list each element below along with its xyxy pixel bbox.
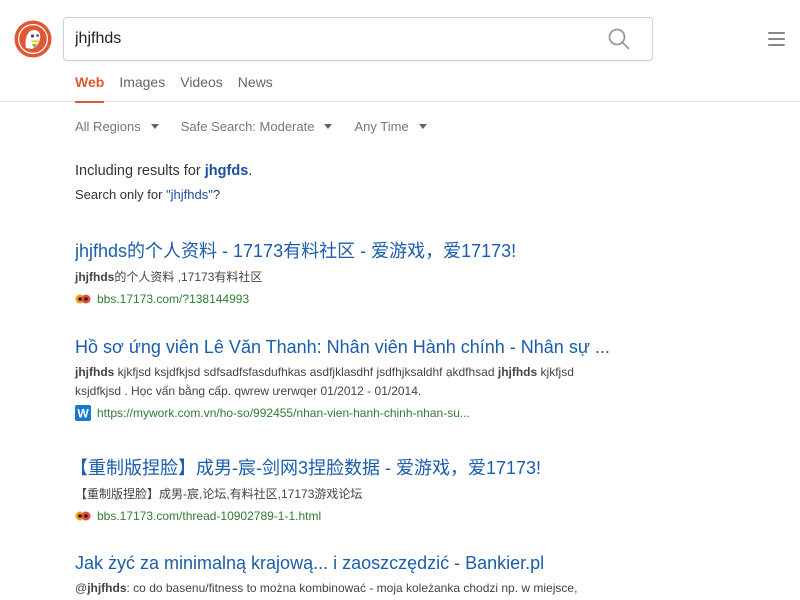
safe-search-filter-label: Safe Search: Moderate [180,119,315,134]
search-only-for-notice: Search only for "jhjfhds"? [75,187,220,202]
hamburger-menu-icon[interactable] [768,32,785,46]
search-input[interactable] [75,18,595,60]
original-term-link[interactable]: "jhjfhds" [166,187,213,202]
result-snippet: 【重制版捏脸】成男-宸,论坛,有料社区,17173游戏论坛 [75,485,635,504]
snippet-highlight: jhjfhds [497,365,538,379]
mywork-w-favicon-icon: W [75,405,91,421]
svg-text:W: W [77,407,89,421]
result-url-row: W https://mywork.com.vn/ho-so/992455/nha… [75,405,635,421]
result-url-row: bbs.17173.com/thread-10902789-1-1.html [75,508,635,524]
result-title-link[interactable]: Hồ sơ ứng viên Lê Văn Thanh: Nhân viên H… [75,337,635,358]
result-title-link[interactable]: 【重制版捏脸】成男-宸-剑网3捏脸数据 - 爱游戏，爱17173! [70,454,635,480]
corrected-term-link[interactable]: jhgfds [205,163,249,179]
search-result: 【重制版捏脸】成男-宸-剑网3捏脸数据 - 爱游戏，爱17173! 【重制版捏脸… [70,454,635,524]
result-snippet: jhjfhds的个人资料 ,17173有料社区 [75,268,635,287]
result-title-link[interactable]: jhjfhds的个人资料 - 17173有料社区 - 爱游戏，爱17173! [75,237,635,263]
result-url-link[interactable]: bbs.17173.com/?138144993 [97,292,249,306]
caret-down-icon [150,124,159,129]
search-result: Hồ sơ ứng viên Lê Văn Thanh: Nhân viên H… [75,337,635,421]
safe-search-filter-dropdown[interactable]: Safe Search: Moderate [181,119,333,134]
including-prefix: Including results for [75,163,205,179]
only-suffix: ? [212,187,221,202]
time-filter-dropdown[interactable]: Any Time [354,119,427,134]
snippet-highlight: jhjfhds [75,270,115,284]
result-snippet: jhjfhds kjkfjsd ksjdfkjsd sdfsadfsfasduf… [75,363,635,401]
filter-bar: All Regions Safe Search: Moderate Any Ti… [75,119,449,134]
snippet-text: : co do basenu/fitness to można kombinow… [126,581,578,595]
search-result: Jak żyć za minimalną krajową... i zaoszc… [75,553,635,598]
tab-web[interactable]: Web [75,74,105,103]
search-box[interactable] [63,17,653,61]
including-suffix: . [248,163,253,179]
tab-videos[interactable]: Videos [180,74,223,102]
17173-favicon-icon [75,511,91,521]
caret-down-icon [324,124,333,129]
snippet-highlight: jhjfhds [75,365,115,379]
snippet-text: 的个人资料 ,17173有料社区 [114,270,263,284]
search-tabs: Web Images Videos News [75,74,288,103]
snippet-text: 【重制版捏脸】成男-宸,论坛,有料社区,17173游戏论坛 [75,487,363,501]
spelling-correction-notice: Including results for jhgfds. [75,163,252,179]
result-url-row: bbs.17173.com/?138144993 [75,291,635,307]
time-filter-label: Any Time [354,119,409,134]
only-prefix: Search only for [75,187,167,202]
header-bar: Web Images Videos News [0,0,800,103]
17173-favicon-icon [75,294,91,304]
caret-down-icon [418,124,427,129]
search-icon[interactable] [608,28,630,50]
search-result: jhjfhds的个人资料 - 17173有料社区 - 爱游戏，爱17173! j… [75,237,635,307]
result-snippet: @jhjfhds: co do basenu/fitness to można … [75,579,635,598]
snippet-text: kjkfjsd ksjdfkjsd sdfsadfsfasdufhkas asd… [114,365,498,379]
result-title-link[interactable]: Jak żyć za minimalną krajową... i zaoszc… [75,553,635,574]
result-url-link[interactable]: https://mywork.com.vn/ho-so/992455/nhan-… [97,406,470,420]
snippet-text: @ [75,581,88,595]
region-filter-dropdown[interactable]: All Regions [75,119,159,134]
tab-news[interactable]: News [238,74,273,102]
result-url-link[interactable]: bbs.17173.com/thread-10902789-1-1.html [97,509,321,523]
duckduckgo-logo[interactable] [14,20,52,58]
tab-images[interactable]: Images [119,74,165,102]
snippet-highlight: jhjfhds [87,581,127,595]
snippet-text: ksjdfkjsd . Học vấn bằng cấp. qwrew ưerw… [75,384,422,398]
snippet-text: kjkfjsd [537,365,574,379]
region-filter-label: All Regions [75,119,141,134]
